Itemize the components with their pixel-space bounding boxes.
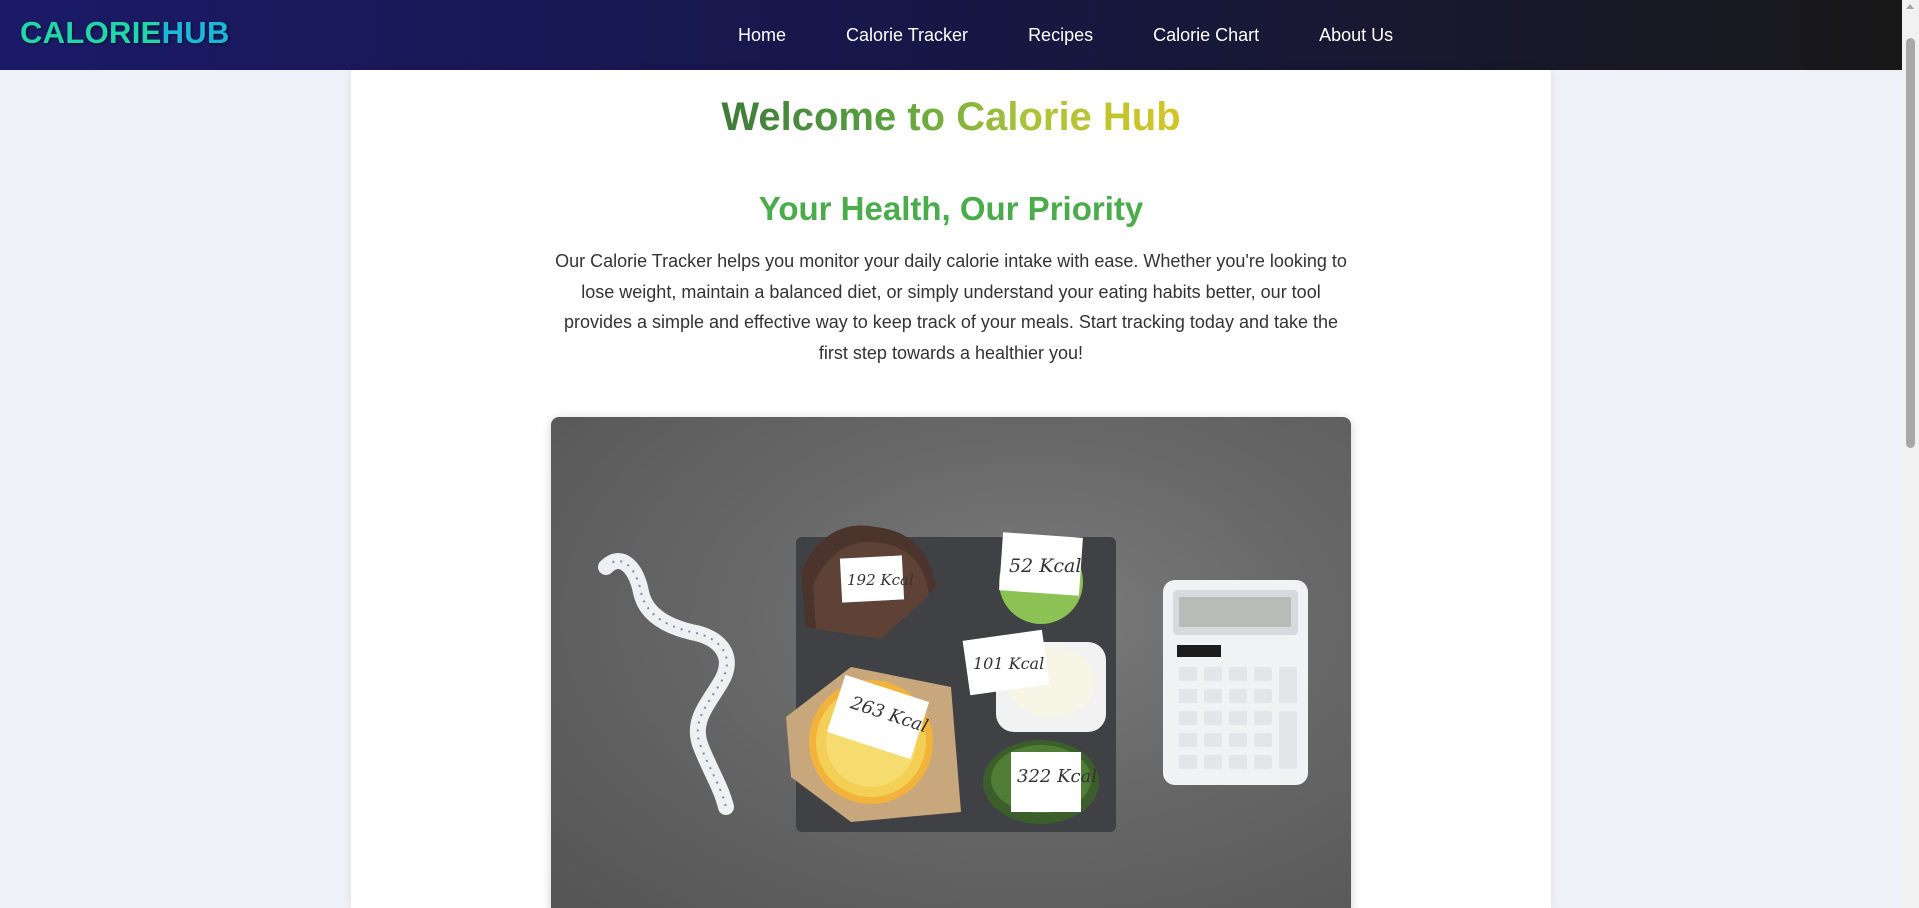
- main-content-card: Welcome to Calorie Hub Your Health, Our …: [351, 70, 1551, 908]
- nav-link-calorie-tracker[interactable]: Calorie Tracker: [846, 25, 968, 46]
- page-title-text: Welcome to Calorie Hub: [721, 95, 1181, 139]
- apple: 52 Kcal: [999, 532, 1083, 624]
- page-scrollbar[interactable]: [1902, 0, 1919, 908]
- section-subtitle: Your Health, Our Priority: [758, 190, 1144, 227]
- nav-link-recipes[interactable]: Recipes: [1028, 25, 1093, 46]
- brand-logo-part1: CALORIE: [20, 15, 162, 50]
- yogurt-kcal-label: 101 Kcal: [973, 654, 1044, 673]
- avocado: 322 Kcal: [983, 740, 1099, 824]
- measuring-tape: [598, 553, 735, 815]
- hero-illustration: 192 Kcal 52 Kcal 101 Kcal 263 Kcal 322 K…: [598, 525, 1308, 832]
- hero-image: 192 Kcal 52 Kcal 101 Kcal 263 Kcal 322 K…: [551, 417, 1351, 908]
- page-title: Welcome to Calorie Hub: [351, 95, 1551, 140]
- intro-paragraph: Our Calorie Tracker helps you monitor yo…: [555, 251, 1347, 363]
- avocado-kcal-label: 322 Kcal: [1017, 766, 1097, 787]
- bread-kcal-label: 192 Kcal: [847, 571, 914, 589]
- nav-link-about-us[interactable]: About Us: [1319, 25, 1393, 46]
- brand-logo[interactable]: CALORIEHUB: [20, 15, 230, 51]
- apple-kcal-label: 52 Kcal: [1009, 555, 1081, 577]
- nav-link-home[interactable]: Home: [738, 25, 786, 46]
- scrollbar-thumb[interactable]: [1906, 38, 1915, 448]
- scroll-up-arrow-icon[interactable]: [1906, 4, 1914, 9]
- nav-link-calorie-chart[interactable]: Calorie Chart: [1153, 25, 1259, 46]
- navbar: CALORIEHUB Home Calorie Tracker Recipes …: [0, 0, 1902, 70]
- calculator: [1163, 580, 1308, 785]
- nav-links: Home Calorie Tracker Recipes Calorie Cha…: [738, 0, 1393, 70]
- brand-logo-part2: HUB: [161, 15, 230, 50]
